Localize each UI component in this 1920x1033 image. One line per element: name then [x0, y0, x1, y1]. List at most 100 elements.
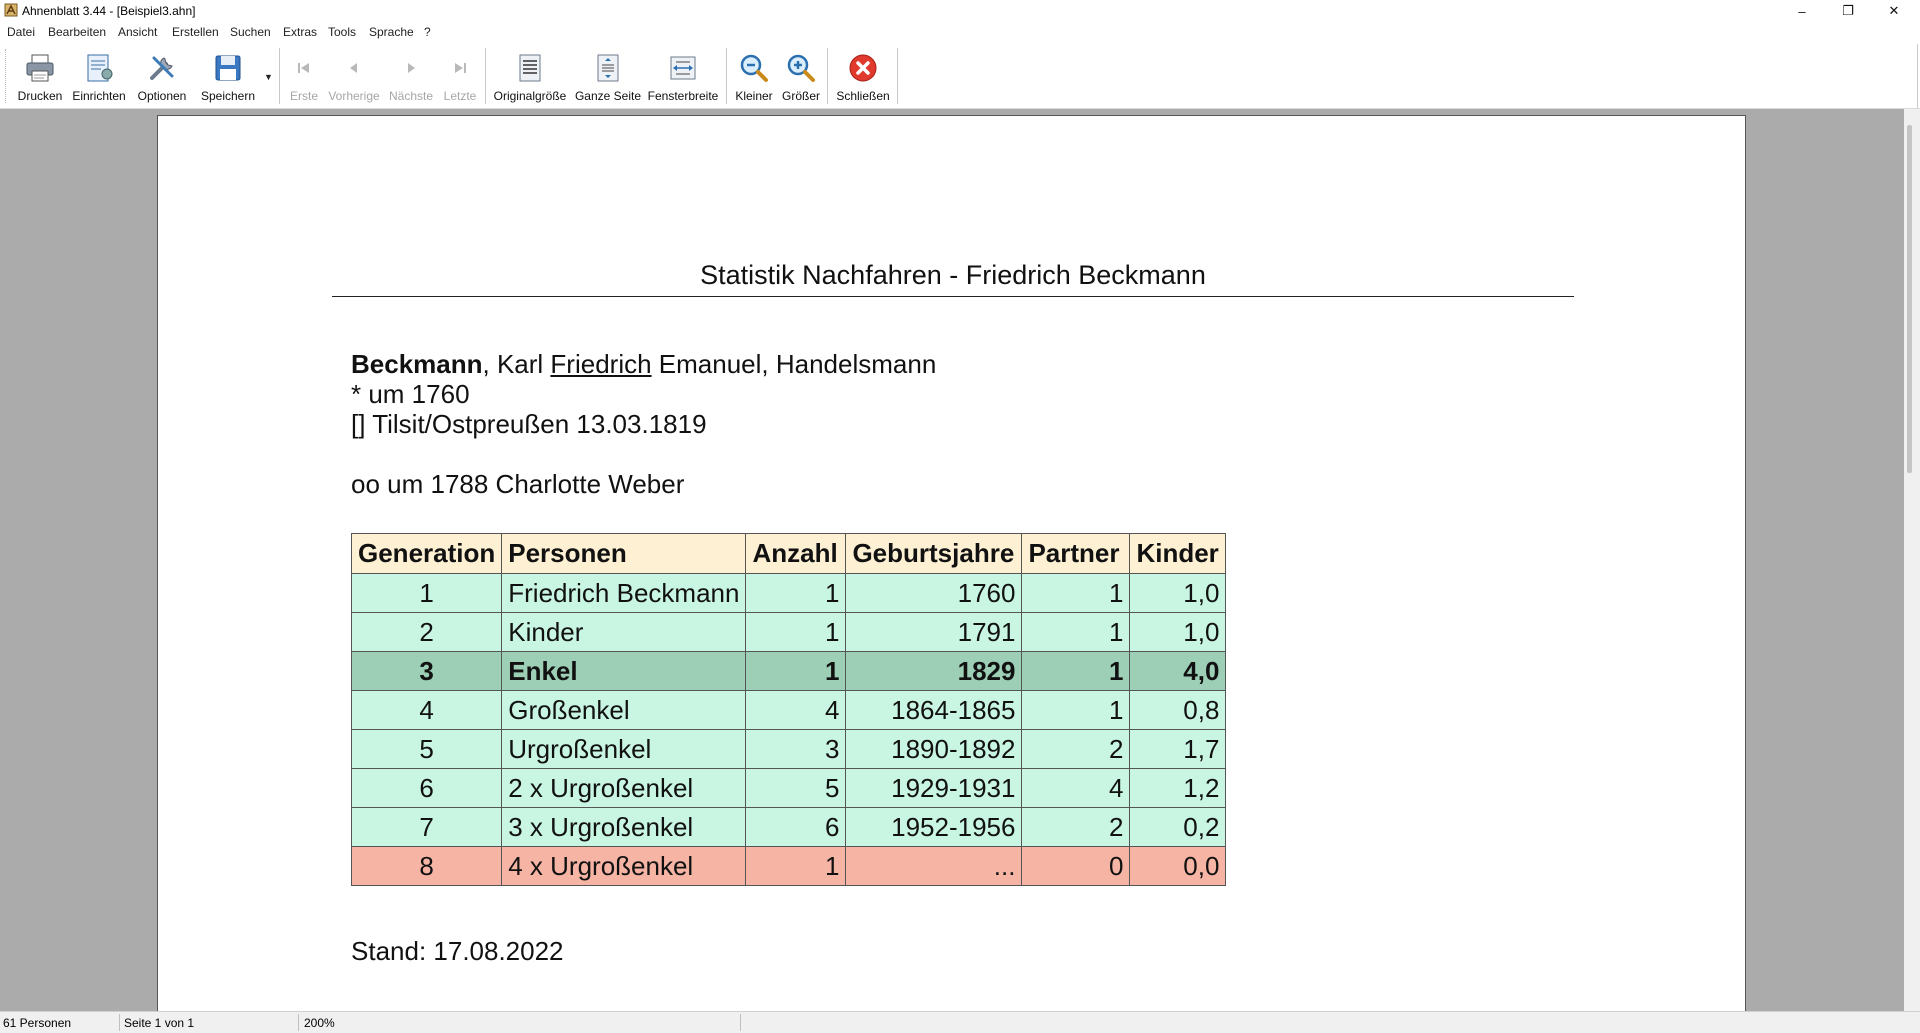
cell-partner: 2 — [1021, 807, 1131, 847]
previous-button[interactable]: Vorherige — [326, 46, 382, 106]
cell-geburtsjahre: 1952-1956 — [845, 807, 1023, 847]
table-row: 1 Friedrich Beckmann 1 1760 1 1,0 — [350, 573, 1227, 613]
cell-personen: Großenkel — [501, 690, 747, 730]
menu-datei[interactable]: Datei — [7, 25, 35, 39]
toolbar-separator — [827, 48, 828, 104]
whole-page-button[interactable]: Ganze Seite — [574, 46, 642, 106]
cell-partner: 1 — [1021, 651, 1131, 691]
status-page: Seite 1 von 1 — [124, 1016, 195, 1030]
printer-icon — [26, 54, 54, 82]
table-row: 2 Kinder 1 1791 1 1,0 — [350, 612, 1227, 652]
close-preview-button[interactable]: Schließen — [834, 46, 892, 106]
save-button[interactable]: Speichern — [198, 46, 258, 106]
cell-kinder: 0,8 — [1129, 690, 1227, 730]
page-setup-icon — [87, 54, 113, 82]
cell-partner: 2 — [1021, 729, 1131, 769]
zoom-in-button[interactable]: Größer — [780, 46, 822, 106]
next-page-icon — [408, 63, 415, 73]
menu-sprache[interactable]: Sprache — [369, 25, 414, 39]
document-page: Statistik Nachfahren - Friedrich Beckman… — [157, 115, 1746, 1011]
scrollbar-thumb[interactable] — [1907, 125, 1912, 473]
first-page-icon — [298, 63, 309, 73]
print-label: Drucken — [17, 89, 63, 103]
table-header-row: Generation Personen Anzahl Geburtsjahre … — [350, 533, 1227, 574]
person-given-before: , Karl — [482, 349, 551, 379]
cell-geburtsjahre: 1829 — [845, 651, 1023, 691]
cell-personen: Friedrich Beckmann — [501, 573, 747, 613]
cell-generation: 3 — [350, 651, 503, 691]
cell-geburtsjahre: 1864-1865 — [845, 690, 1023, 730]
cell-anzahl: 1 — [745, 573, 847, 613]
cell-personen: Urgroßenkel — [501, 729, 747, 769]
window-width-label: Fensterbreite — [647, 89, 719, 103]
cell-kinder: 1,0 — [1129, 612, 1227, 652]
status-bar: 61 Personen Seite 1 von 1 200% — [0, 1011, 1920, 1033]
toolbar-separator — [726, 48, 727, 104]
cell-kinder: 0,2 — [1129, 807, 1227, 847]
menu-extras[interactable]: Extras — [283, 25, 317, 39]
cell-generation: 5 — [350, 729, 503, 769]
status-divider — [740, 1014, 741, 1031]
zoom-in-icon — [787, 54, 815, 82]
header-kinder: Kinder — [1129, 533, 1227, 574]
previous-label: Vorherige — [328, 89, 380, 103]
menu-suchen[interactable]: Suchen — [230, 25, 271, 39]
cell-personen: 2 x Urgroßenkel — [501, 768, 747, 808]
window-width-button[interactable]: Fensterbreite — [646, 46, 720, 106]
cell-generation: 4 — [350, 690, 503, 730]
stand-date: Stand: 17.08.2022 — [351, 936, 564, 966]
cell-generation: 8 — [350, 846, 503, 886]
save-dropdown-arrow-icon[interactable]: ▼ — [264, 72, 273, 82]
original-size-button[interactable]: Originalgröße — [492, 46, 568, 106]
next-label: Nächste — [388, 89, 434, 103]
next-button[interactable]: Nächste — [386, 46, 436, 106]
cell-kinder: 4,0 — [1129, 651, 1227, 691]
header-anzahl: Anzahl — [745, 533, 847, 574]
toolbar: Drucken Einrichten Optionen Speichern ▼ — [0, 44, 1920, 109]
setup-button[interactable]: Einrichten — [70, 46, 128, 106]
preview-workspace: Statistik Nachfahren - Friedrich Beckman… — [0, 109, 1904, 1011]
whole-page-label: Ganze Seite — [574, 89, 642, 103]
header-generation: Generation — [350, 533, 503, 574]
maximize-button[interactable]: ❐ — [1825, 0, 1871, 22]
menu-bearbeiten[interactable]: Bearbeiten — [48, 25, 106, 39]
cell-anzahl: 4 — [745, 690, 847, 730]
minimize-button[interactable]: – — [1779, 0, 1825, 22]
toolbar-grip[interactable] — [5, 49, 8, 103]
statistics-table: Generation Personen Anzahl Geburtsjahre … — [350, 533, 1227, 886]
options-button[interactable]: Optionen — [134, 46, 190, 106]
cell-partner: 1 — [1021, 690, 1131, 730]
status-person-count: 61 Personen — [3, 1016, 72, 1030]
menu-erstellen[interactable]: Erstellen — [172, 25, 219, 39]
toolbar-edge — [1917, 44, 1918, 108]
table-row: 6 2 x Urgroßenkel 5 1929-1931 4 1,2 — [350, 768, 1227, 808]
zoom-in-label: Größer — [781, 89, 820, 103]
last-page-icon — [455, 63, 466, 73]
menu-ansicht[interactable]: Ansicht — [118, 25, 157, 39]
first-label: Erste — [289, 89, 318, 103]
person-marriage: oo um 1788 Charlotte Weber — [351, 469, 685, 499]
last-button[interactable]: Letzte — [440, 46, 480, 106]
header-geburtsjahre: Geburtsjahre — [845, 533, 1023, 574]
cell-geburtsjahre: 1929-1931 — [845, 768, 1023, 808]
cell-generation: 1 — [350, 573, 503, 613]
cell-kinder: 1,2 — [1129, 768, 1227, 808]
person-birth: * um 1760 — [351, 379, 470, 409]
cell-geburtsjahre: 1760 — [845, 573, 1023, 613]
vertical-scrollbar[interactable] — [1904, 109, 1920, 1011]
cell-anzahl: 1 — [745, 612, 847, 652]
first-button[interactable]: Erste — [286, 46, 322, 106]
cell-anzahl: 1 — [745, 651, 847, 691]
close-preview-label: Schließen — [836, 89, 890, 103]
setup-label: Einrichten — [72, 89, 126, 103]
close-window-button[interactable]: ✕ — [1871, 0, 1917, 22]
print-button[interactable]: Drucken — [14, 46, 66, 106]
zoom-out-button[interactable]: Kleiner — [732, 46, 776, 106]
window-title: Ahnenblatt 3.44 - [Beispiel3.ahn] — [22, 4, 196, 18]
table-row-highlighted: 3 Enkel 1 1829 1 4,0 — [350, 651, 1227, 691]
menu-help[interactable]: ? — [424, 25, 431, 39]
cell-generation: 7 — [350, 807, 503, 847]
person-name: Beckmann, Karl Friedrich Emanuel, Handel… — [351, 349, 936, 379]
menu-tools[interactable]: Tools — [328, 25, 356, 39]
previous-page-icon — [350, 63, 357, 73]
